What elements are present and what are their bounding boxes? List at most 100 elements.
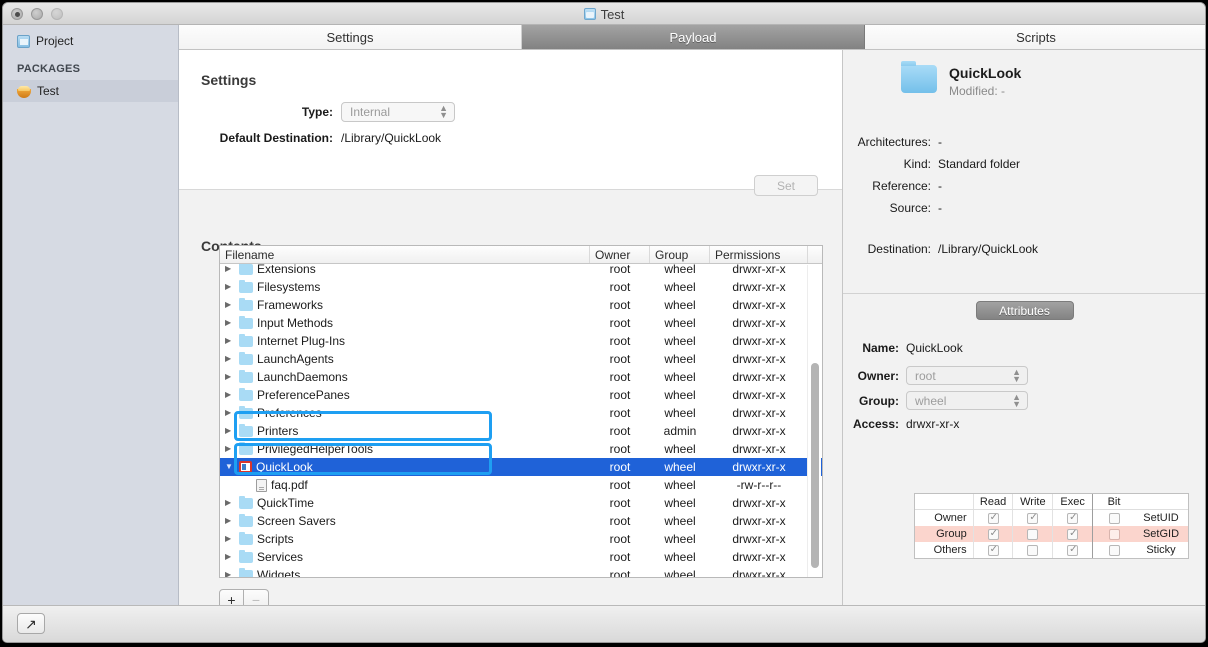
disclosure-closed-icon[interactable] [225,409,235,417]
main-area: Settings Payload Scripts Settings Type: [179,25,1205,610]
disclosure-closed-icon[interactable] [225,499,235,507]
table-row[interactable]: LaunchAgents root wheel drwxr-xr-x [220,350,822,368]
checkbox-others-write[interactable] [1027,544,1039,556]
table-row[interactable]: Widgets root wheel drwxr-xr-x [220,566,822,577]
checkbox-owner-exec[interactable] [1067,512,1079,524]
filename-label: Screen Savers [257,514,336,528]
attr-access-row: Access: drwxr-xr-x [843,417,959,431]
cell-group: wheel [664,264,696,276]
disclosure-closed-icon[interactable] [225,445,235,453]
segment-label: Attributes [999,303,1050,318]
cell-group: wheel [664,280,696,294]
column-header-owner[interactable]: Owner [590,246,650,263]
table-row[interactable]: Internet Plug-Ins root wheel drwxr-xr-x [220,332,822,350]
table-row[interactable]: Screen Savers root wheel drwxr-xr-x [220,512,822,530]
checkbox-group-write[interactable] [1027,528,1039,540]
group-value: wheel [915,393,947,408]
table-row[interactable]: PreferencePanes root wheel drwxr-xr-x [220,386,822,404]
disclosure-closed-icon[interactable] [225,517,235,525]
disclosure-closed-icon[interactable] [225,301,235,309]
cell-filename: Filesystems [220,279,590,294]
segment-attributes[interactable]: Attributes [975,301,1074,320]
table-row[interactable]: Filesystems root wheel drwxr-xr-x [220,278,822,296]
disclosure-closed-icon[interactable] [225,337,235,345]
checkbox-sticky[interactable] [1108,544,1120,556]
tab-payload[interactable]: Payload [522,25,865,49]
table-row[interactable]: LaunchDaemons root wheel drwxr-xr-x [220,368,822,386]
checkbox-others-exec[interactable] [1067,544,1079,556]
tab-scripts[interactable]: Scripts [865,25,1205,49]
disclosure-open-icon[interactable] [225,463,235,471]
disclosure-closed-icon[interactable] [225,391,235,399]
set-button[interactable]: Set [754,175,818,196]
permission-row-label: Group [936,528,967,540]
filename-label: Preferences [257,406,322,420]
attr-owner-row: Owner: root ▲ ▼ [843,366,1028,385]
disclosure-closed-icon[interactable] [225,427,235,435]
table-row[interactable]: Input Methods root wheel drwxr-xr-x [220,314,822,332]
cell-group: wheel [664,568,696,577]
group-popup-button[interactable]: wheel ▲ ▼ [906,391,1028,410]
folder-icon [239,264,253,275]
cell-owner: root [609,550,631,564]
sidebar-item-project[interactable]: Project [3,30,178,52]
disclosure-closed-icon[interactable] [225,553,235,561]
column-header-filename[interactable]: Filename [220,246,590,263]
disclosure-closed-icon[interactable] [225,283,235,291]
export-button[interactable]: ↗ [17,613,45,634]
table-scrollbar[interactable] [807,265,821,577]
column-header-group[interactable]: Group [650,246,710,263]
table-row[interactable]: Scripts root wheel drwxr-xr-x [220,530,822,548]
set-button-label: Set [776,178,795,193]
type-popup-button[interactable]: Internal ▲ ▼ [341,102,455,122]
cell-write [1012,510,1052,526]
table-row[interactable]: QuickLook root wheel drwxr-xr-x [220,458,822,476]
disclosure-closed-icon[interactable] [225,535,235,543]
bit-row: SetGID [1093,526,1188,542]
type-row: Type: Internal ▲ ▼ [201,102,455,122]
table-row[interactable]: QuickTime root wheel drwxr-xr-x [220,494,822,512]
attr-name-label: Name: [862,341,899,355]
disclosure-closed-icon[interactable] [225,319,235,327]
disclosure-closed-icon[interactable] [225,571,235,577]
tab-settings[interactable]: Settings [179,25,522,49]
cell-filename: Scripts [220,531,590,546]
checkbox-group-read[interactable] [987,528,999,540]
filename-label: QuickTime [257,496,314,510]
checkbox-setgid[interactable] [1108,528,1120,540]
table-row[interactable]: Extensions root wheel drwxr-xr-x [220,264,822,278]
tab-bar: Settings Payload Scripts [179,25,1205,50]
permissions-rows: Owner Group Others [915,510,1092,558]
permission-row-label: Others [933,544,967,556]
cell-group: wheel [664,460,696,474]
inspector-segment-control: Attributes [843,301,1205,320]
checkbox-group-exec[interactable] [1067,528,1079,540]
disclosure-closed-icon[interactable] [225,373,235,381]
bit-rows: SetUID SetGID Sticky [1093,510,1188,558]
disclosure-closed-icon[interactable] [225,355,235,363]
cell-exec [1052,526,1092,542]
cell-permissions: drwxr-xr-x [732,424,786,438]
scrollbar-thumb[interactable] [811,363,819,568]
table-row[interactable]: Services root wheel drwxr-xr-x [220,548,822,566]
checkbox-owner-write[interactable] [1027,512,1039,524]
table-row[interactable]: Frameworks root wheel drwxr-xr-x [220,296,822,314]
inspector-item-name: QuickLook [949,65,1022,81]
table-row[interactable]: PrivilegedHelperTools root wheel drwxr-xr-x [220,440,822,458]
cell-permissions: drwxr-xr-x [732,460,786,474]
table-row[interactable]: Preferences root wheel drwxr-xr-x [220,404,822,422]
owner-popup-button[interactable]: root ▲ ▼ [906,366,1028,385]
checkbox-setuid[interactable] [1108,512,1120,524]
pdf-document-icon [256,478,267,492]
header-read: Read [972,494,1013,509]
table-row[interactable]: Printers root admin drwxr-xr-x [220,422,822,440]
checkbox-others-read[interactable] [987,544,999,556]
sidebar-item-test[interactable]: Test [3,80,178,102]
folder-icon [239,513,253,527]
table-row[interactable]: faq.pdf root wheel -rw-r--r-- [220,476,822,494]
column-header-permissions[interactable]: Permissions [710,246,808,263]
permissions-header-row: Read Write Exec [915,494,1092,510]
disclosure-closed-icon[interactable] [225,265,235,273]
checkbox-owner-read[interactable] [987,512,999,524]
cell-filename: QuickTime [220,495,590,510]
